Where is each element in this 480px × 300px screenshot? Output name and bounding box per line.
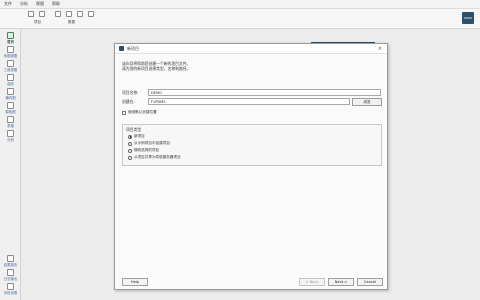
next-button[interactable]: Next > — [328, 278, 354, 286]
sidebar-item-label: 横向图 — [5, 96, 16, 100]
template-icon — [7, 102, 14, 109]
project-name-input[interactable]: DEMO — [148, 89, 381, 96]
sidebar-item-settings[interactable]: 系统设置 — [0, 283, 21, 295]
menu-file[interactable]: 文件 — [4, 1, 12, 7]
option-label: 从示例项目中创建项目 — [134, 141, 170, 145]
sidebar-item-table[interactable]: 表格 — [0, 116, 21, 128]
option-from-example[interactable]: 从示例项目中创建项目 — [128, 141, 170, 146]
analysis-icon — [7, 130, 14, 137]
toolbar-group-label: 数据 — [68, 20, 75, 24]
radio-button[interactable] — [128, 148, 132, 153]
project-type-title: 项目类型 — [126, 127, 142, 132]
sidebar-item-label: 三维视图 — [3, 68, 18, 72]
sidebar-item-label: 地图视图 — [3, 54, 18, 58]
create-in-label: 创建在: — [122, 99, 135, 104]
menu-bar: 文件 分析 视图 帮助 — [0, 0, 480, 9]
import-icon[interactable] — [66, 11, 72, 17]
sidebar-item-label: 系统设置 — [3, 291, 18, 295]
data-toolbar-group — [55, 11, 94, 17]
sidebar-item-template[interactable]: 模板图 — [0, 102, 21, 114]
default-location-checkbox[interactable] — [122, 110, 126, 115]
curve-icon — [7, 74, 14, 81]
sidebar-item-log[interactable]: 日志输出 — [0, 269, 21, 281]
browse-button[interactable]: 浏览 — [352, 98, 382, 106]
project-type-group: 项目类型 新项目 从示例项目中创建项目 随机选择的项目 从项目共享为导航服务器项… — [122, 124, 382, 166]
help-button[interactable]: Help — [122, 278, 148, 286]
default-location-label: 使用默认创建位置 — [128, 110, 157, 114]
radio-button[interactable] — [128, 141, 132, 146]
sidebar-item-label: 分析 — [7, 138, 14, 142]
description-line: 请为您的新项目选择类型，名称和路径。 — [122, 66, 191, 71]
chart-icon[interactable] — [88, 11, 94, 17]
toolbar-group-label: 项目 — [34, 20, 41, 24]
sidebar-item-3d-view[interactable]: 三维视图 — [0, 60, 21, 72]
app-logo: SPAD — [462, 12, 474, 24]
home-icon — [7, 32, 14, 39]
back-button[interactable]: < Back — [299, 278, 325, 286]
default-location-row[interactable]: 使用默认创建位置 — [122, 110, 157, 115]
menu-help[interactable]: 帮助 — [52, 1, 60, 7]
save-icon[interactable] — [55, 11, 61, 17]
cancel-button[interactable]: Cancel — [357, 278, 383, 286]
radio-button[interactable] — [128, 155, 132, 160]
new-project-dialog: 新项目 × 该向导将帮助您创建一个新的项目文件。 请为您的新项目选择类型，名称和… — [114, 43, 388, 290]
map-icon — [7, 46, 14, 53]
project-toolbar-group — [28, 11, 45, 17]
sidebar-item-label: 结果报告 — [3, 263, 18, 267]
dialog-description: 该向导将帮助您创建一个新的项目文件。 请为您的新项目选择类型，名称和路径。 — [122, 61, 190, 71]
radio-button[interactable] — [128, 134, 132, 139]
option-from-share[interactable]: 从项目共享为导航服务器项目 — [128, 155, 181, 160]
table-icon — [7, 116, 14, 123]
sidebar-item-analysis[interactable]: 分析 — [0, 130, 21, 142]
sidebar-item-label: 首页 — [7, 40, 14, 44]
menu-analysis[interactable]: 分析 — [20, 1, 28, 7]
sidebar-item-curve[interactable]: 曲线 — [0, 74, 21, 86]
left-sidebar: 首页 地图视图 三维视图 曲线 横向图 模板图 表格 分析 结果报告 日志输出 … — [0, 29, 21, 300]
app-icon — [119, 46, 124, 51]
sidebar-item-cross-section[interactable]: 横向图 — [0, 88, 21, 100]
cube-icon — [7, 60, 14, 67]
menu-view[interactable]: 视图 — [36, 1, 44, 7]
log-icon — [7, 269, 14, 276]
sidebar-item-label: 表格 — [7, 124, 14, 128]
option-label: 随机选择的项目 — [134, 148, 160, 152]
option-random[interactable]: 随机选择的项目 — [128, 148, 159, 153]
sidebar-item-label: 日志输出 — [3, 277, 18, 281]
report-icon — [7, 255, 14, 262]
option-label: 从项目共享为导航服务器项目 — [134, 155, 181, 159]
sidebar-item-label: 曲线 — [7, 82, 14, 86]
create-in-input[interactable]: F:\PDMS — [148, 98, 350, 105]
toolbar: 项目 数据 SPAD — [0, 9, 480, 29]
export-icon[interactable] — [77, 11, 83, 17]
sidebar-item-label: 模板图 — [5, 110, 16, 114]
open-folder-icon[interactable] — [39, 11, 45, 17]
sidebar-item-report[interactable]: 结果报告 — [0, 255, 21, 267]
option-label: 新项目 — [134, 134, 145, 138]
gear-icon — [7, 283, 14, 290]
section-icon — [7, 88, 14, 95]
new-file-icon[interactable] — [28, 11, 34, 17]
dialog-title-bar: 新项目 × — [115, 44, 387, 54]
sidebar-item-home[interactable]: 首页 — [0, 32, 21, 44]
close-icon[interactable]: × — [378, 46, 382, 52]
sidebar-item-map-view[interactable]: 地图视图 — [0, 46, 21, 58]
dialog-title: 新项目 — [127, 45, 139, 51]
option-new-project[interactable]: 新项目 — [128, 134, 145, 139]
project-name-label: 项目名称: — [122, 90, 139, 95]
